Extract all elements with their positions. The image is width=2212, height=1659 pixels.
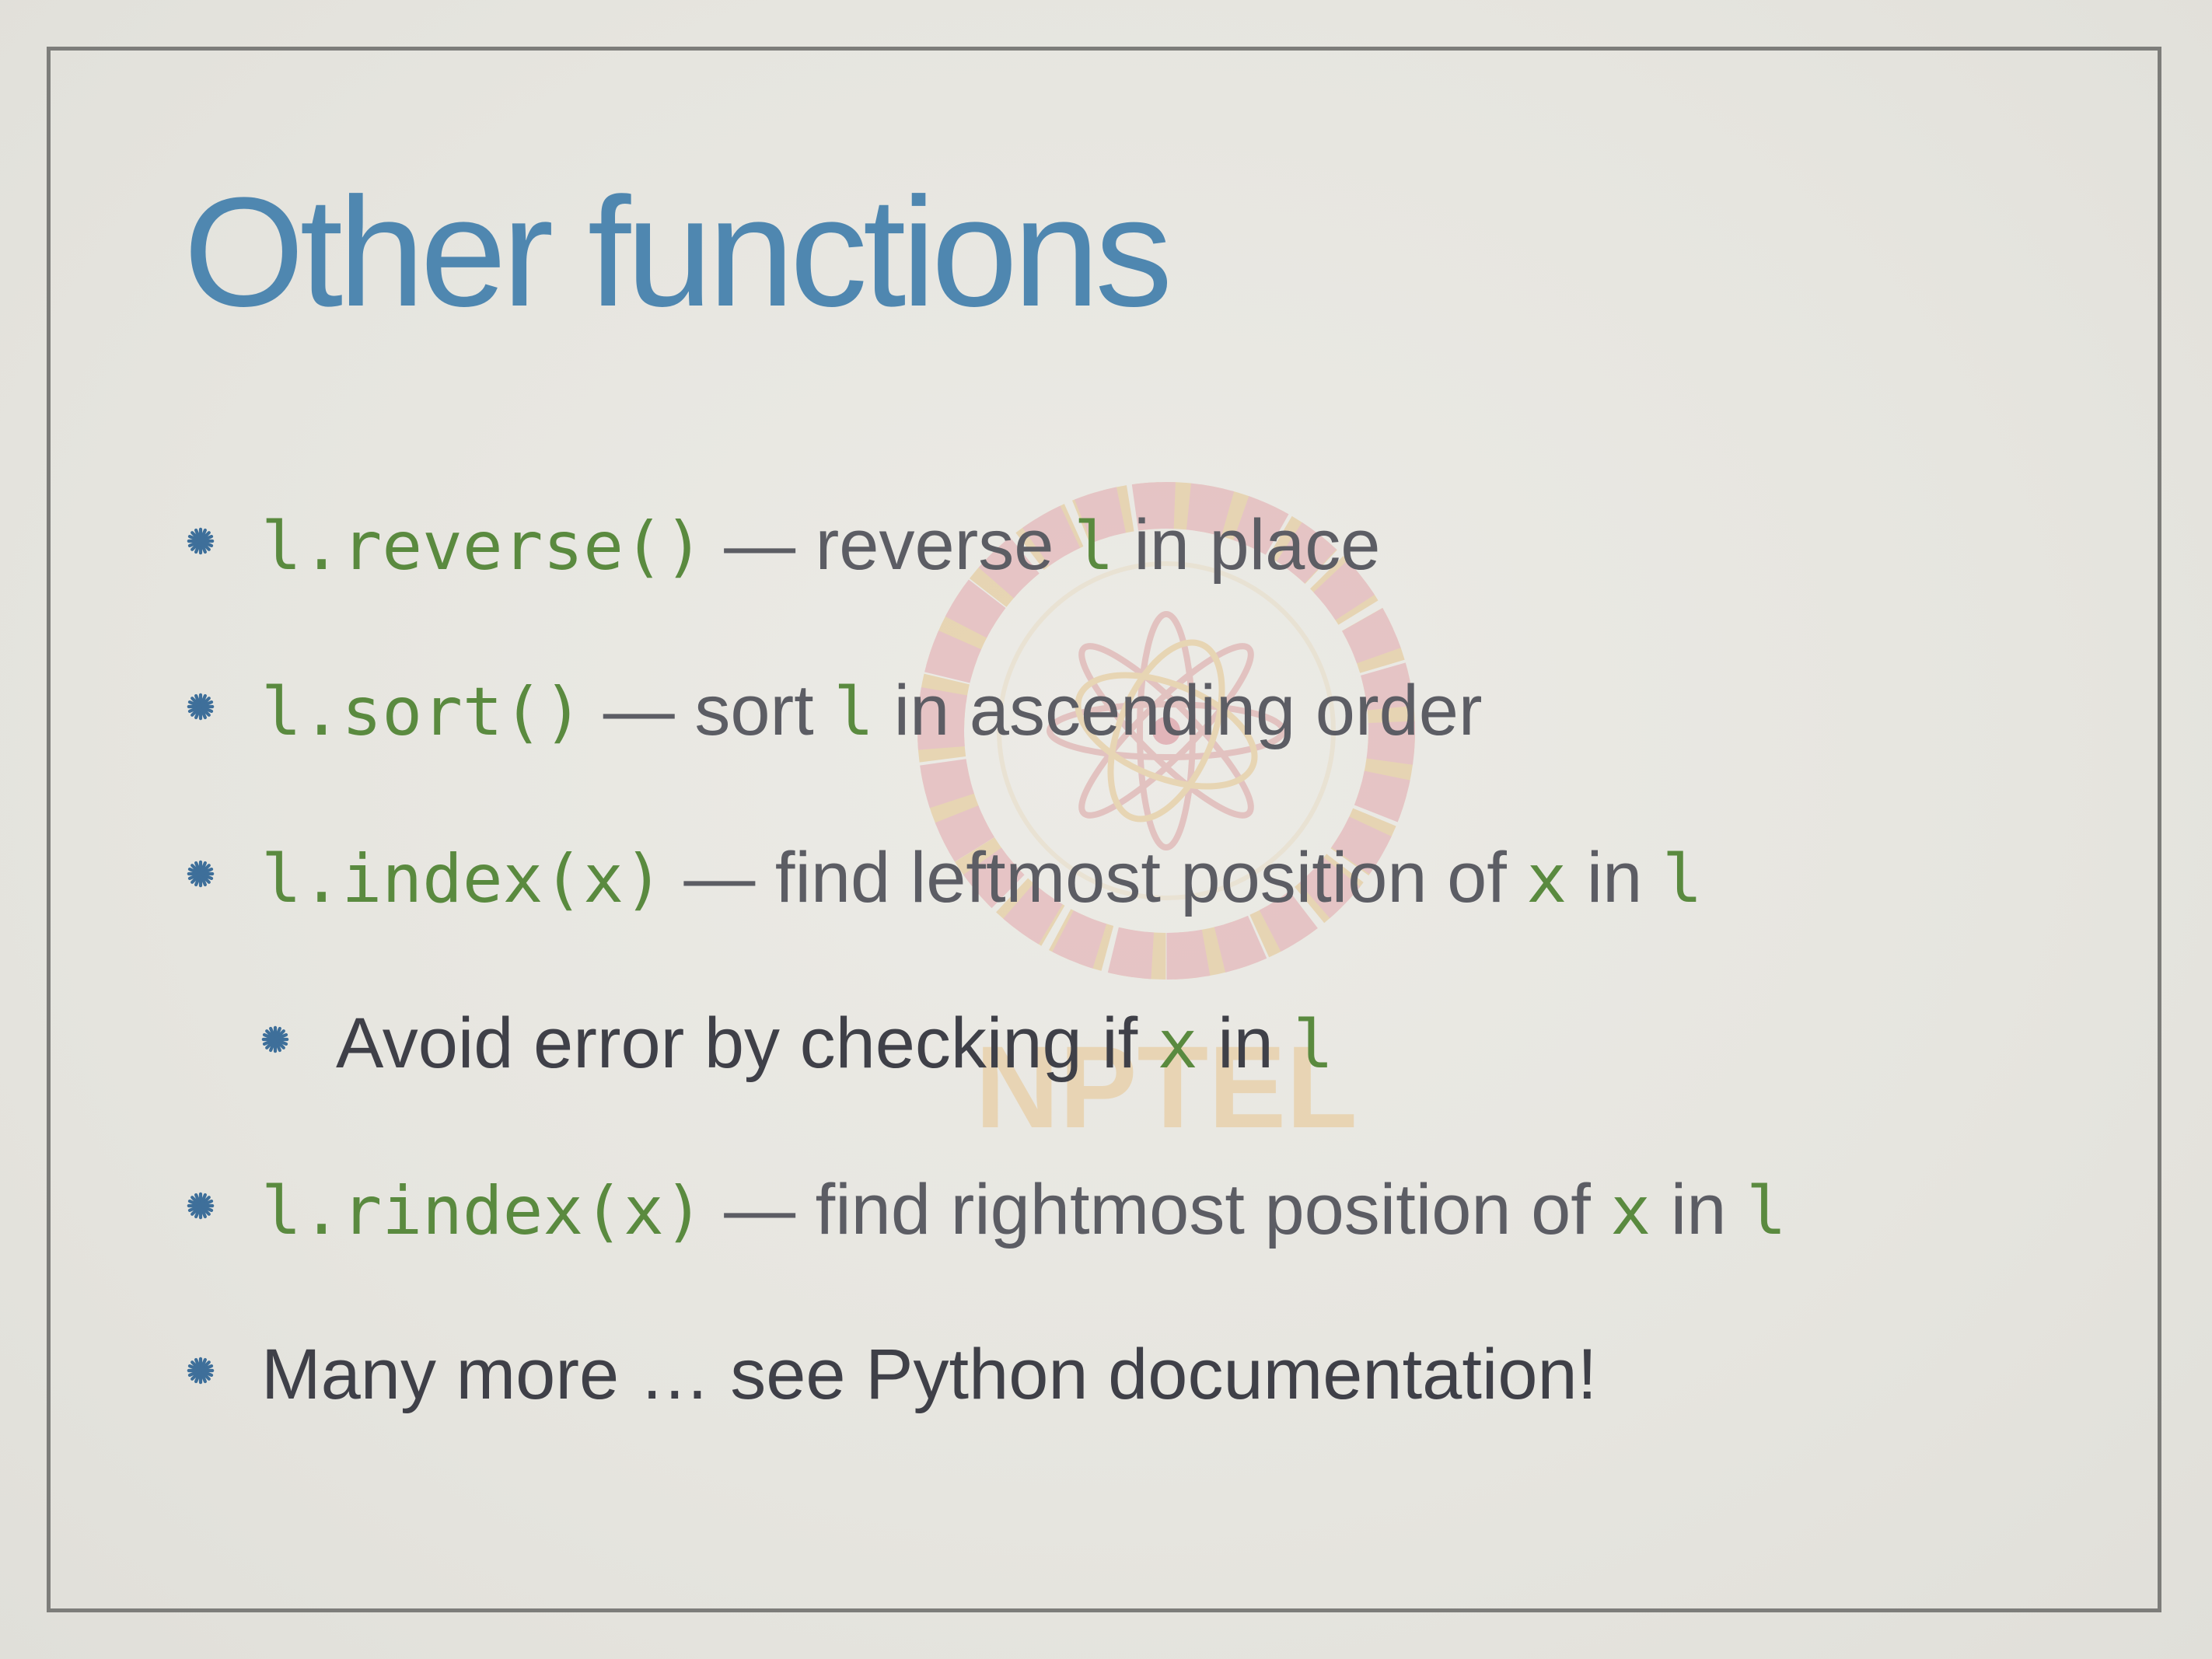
inline-code: l <box>1662 840 1703 918</box>
asterisk-bullet-icon <box>187 1357 215 1385</box>
bullet-item: l.reverse() — reverse l in place <box>187 509 1380 581</box>
slide-title: Other functions <box>183 166 1172 339</box>
asterisk-bullet-icon <box>187 527 215 555</box>
description-text: sort <box>694 671 834 750</box>
method-code: l.rindex(x) <box>261 1172 704 1250</box>
em-dash: — <box>704 505 816 585</box>
inline-code: l <box>1074 508 1114 585</box>
em-dash: — <box>704 1170 816 1249</box>
description-text: Avoid error by checking if <box>336 1004 1158 1083</box>
description-text: find leftmost position of <box>774 838 1527 917</box>
inline-code: l <box>1745 1172 1787 1250</box>
asterisk-bullet-icon <box>187 693 215 721</box>
method-code: l.reverse() <box>261 508 704 585</box>
description-text: Many more … see Python documentation! <box>261 1335 1598 1414</box>
asterisk-bullet-icon <box>187 1192 215 1220</box>
asterisk-bullet-icon <box>187 860 215 888</box>
bullet-item: l.sort() — sort l in ascending order <box>187 675 1483 746</box>
bullet-item: l.index(x) — find leftmost position of x… <box>187 842 1703 913</box>
inline-code: x <box>1610 1172 1651 1250</box>
description-text: in <box>1197 1004 1294 1083</box>
description-text: find rightmost position of <box>815 1170 1611 1249</box>
bullet-item: Many more … see Python documentation! <box>187 1339 1597 1410</box>
description-text: in <box>1567 838 1662 917</box>
method-code: l.sort() <box>261 673 584 751</box>
description-text: reverse <box>815 505 1075 585</box>
inline-code: x <box>1526 840 1567 918</box>
inline-code: l <box>833 673 875 751</box>
description-text: in place <box>1113 505 1381 585</box>
sub-bullet-item: Avoid error by checking if x in l <box>261 1008 1333 1079</box>
em-dash: — <box>663 838 775 917</box>
em-dash: — <box>583 671 695 750</box>
method-code: l.index(x) <box>261 840 664 918</box>
description-text: in ascending order <box>874 671 1483 750</box>
asterisk-bullet-icon <box>261 1025 289 1053</box>
inline-code: x <box>1157 1006 1198 1084</box>
bullet-item: l.rindex(x) — find rightmost position of… <box>187 1174 1787 1245</box>
description-text: in <box>1651 1170 1746 1249</box>
inline-code: l <box>1293 1006 1334 1084</box>
